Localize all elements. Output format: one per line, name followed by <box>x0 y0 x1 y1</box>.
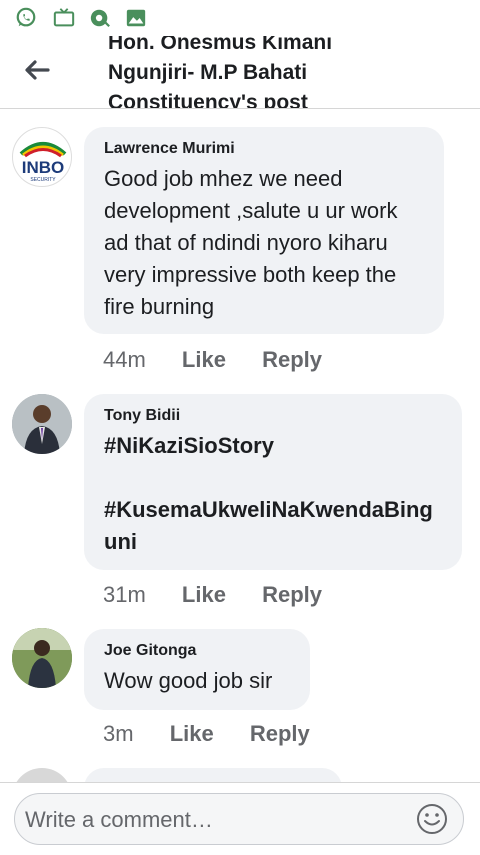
person-photo-icon <box>12 394 72 454</box>
like-button[interactable]: Like <box>182 347 226 372</box>
comment-actions: 3m Like Reply <box>103 721 340 747</box>
post-title-line-2: Ngunjiri- M.P Bahati <box>108 61 308 84</box>
image-icon <box>126 9 146 27</box>
post-title: Hon. Onesmus Kimani Ngunjiri- M.P Bahati… <box>108 36 408 109</box>
comment-author[interactable]: Lawrence Murimi <box>104 139 424 159</box>
comment-time: 3m <box>103 721 134 746</box>
back-arrow-icon[interactable] <box>20 54 52 86</box>
comment-author[interactable]: Tony Bidii <box>104 406 442 426</box>
status-bar <box>0 0 480 36</box>
post-title-line-1: Hon. Onesmus Kimani <box>108 36 333 54</box>
comment-time: 44m <box>103 347 146 372</box>
vpn-icon <box>90 9 110 28</box>
comment-author[interactable]: Joe Gitonga <box>104 641 290 661</box>
avatar[interactable] <box>12 394 72 454</box>
tv-icon <box>53 8 75 27</box>
comment-actions: 31m Like Reply <box>103 582 352 608</box>
comment-bubble[interactable]: Joe Gitonga Wow good job sir <box>84 629 310 710</box>
whatsapp-icon <box>16 7 36 27</box>
avatar-logo-subtext: SECURITY <box>30 177 56 183</box>
comment-text: Wow good job sir <box>104 668 273 693</box>
avatar[interactable] <box>12 628 72 688</box>
comment-composer: Write a comment… <box>0 782 480 855</box>
like-button[interactable]: Like <box>170 721 214 746</box>
comment-actions: 44m Like Reply <box>103 347 352 373</box>
comment-input[interactable]: Write a comment… <box>14 793 464 845</box>
like-button[interactable]: Like <box>182 582 226 607</box>
comment-time: 31m <box>103 582 146 607</box>
avatar[interactable]: INBO SECURITY <box>12 127 72 187</box>
comment-bubble[interactable]: Lawrence Murimi Good job mhez we need de… <box>84 127 444 334</box>
person-photo-icon <box>12 628 72 688</box>
inbo-logo-icon: INBO SECURITY <box>19 142 67 183</box>
comment-text: #NiKaziSioStory #KusemaUkweliNaKwendaBin… <box>104 433 433 554</box>
reply-button[interactable]: Reply <box>262 347 322 372</box>
reply-button[interactable]: Reply <box>262 582 322 607</box>
comment-input-placeholder: Write a comment… <box>25 807 213 832</box>
avatar-logo-text: INBO <box>22 158 65 177</box>
post-header: Hon. Onesmus Kimani Ngunjiri- M.P Bahati… <box>0 36 480 109</box>
comment-bubble[interactable]: Tony Bidii #NiKaziSioStory #KusemaUkweli… <box>84 394 462 570</box>
emoji-icon[interactable] <box>415 802 449 836</box>
reply-button[interactable]: Reply <box>250 721 310 746</box>
comment-text: Good job mhez we need development ,salut… <box>104 166 404 319</box>
post-title-line-3: Constituency's post <box>108 91 308 109</box>
